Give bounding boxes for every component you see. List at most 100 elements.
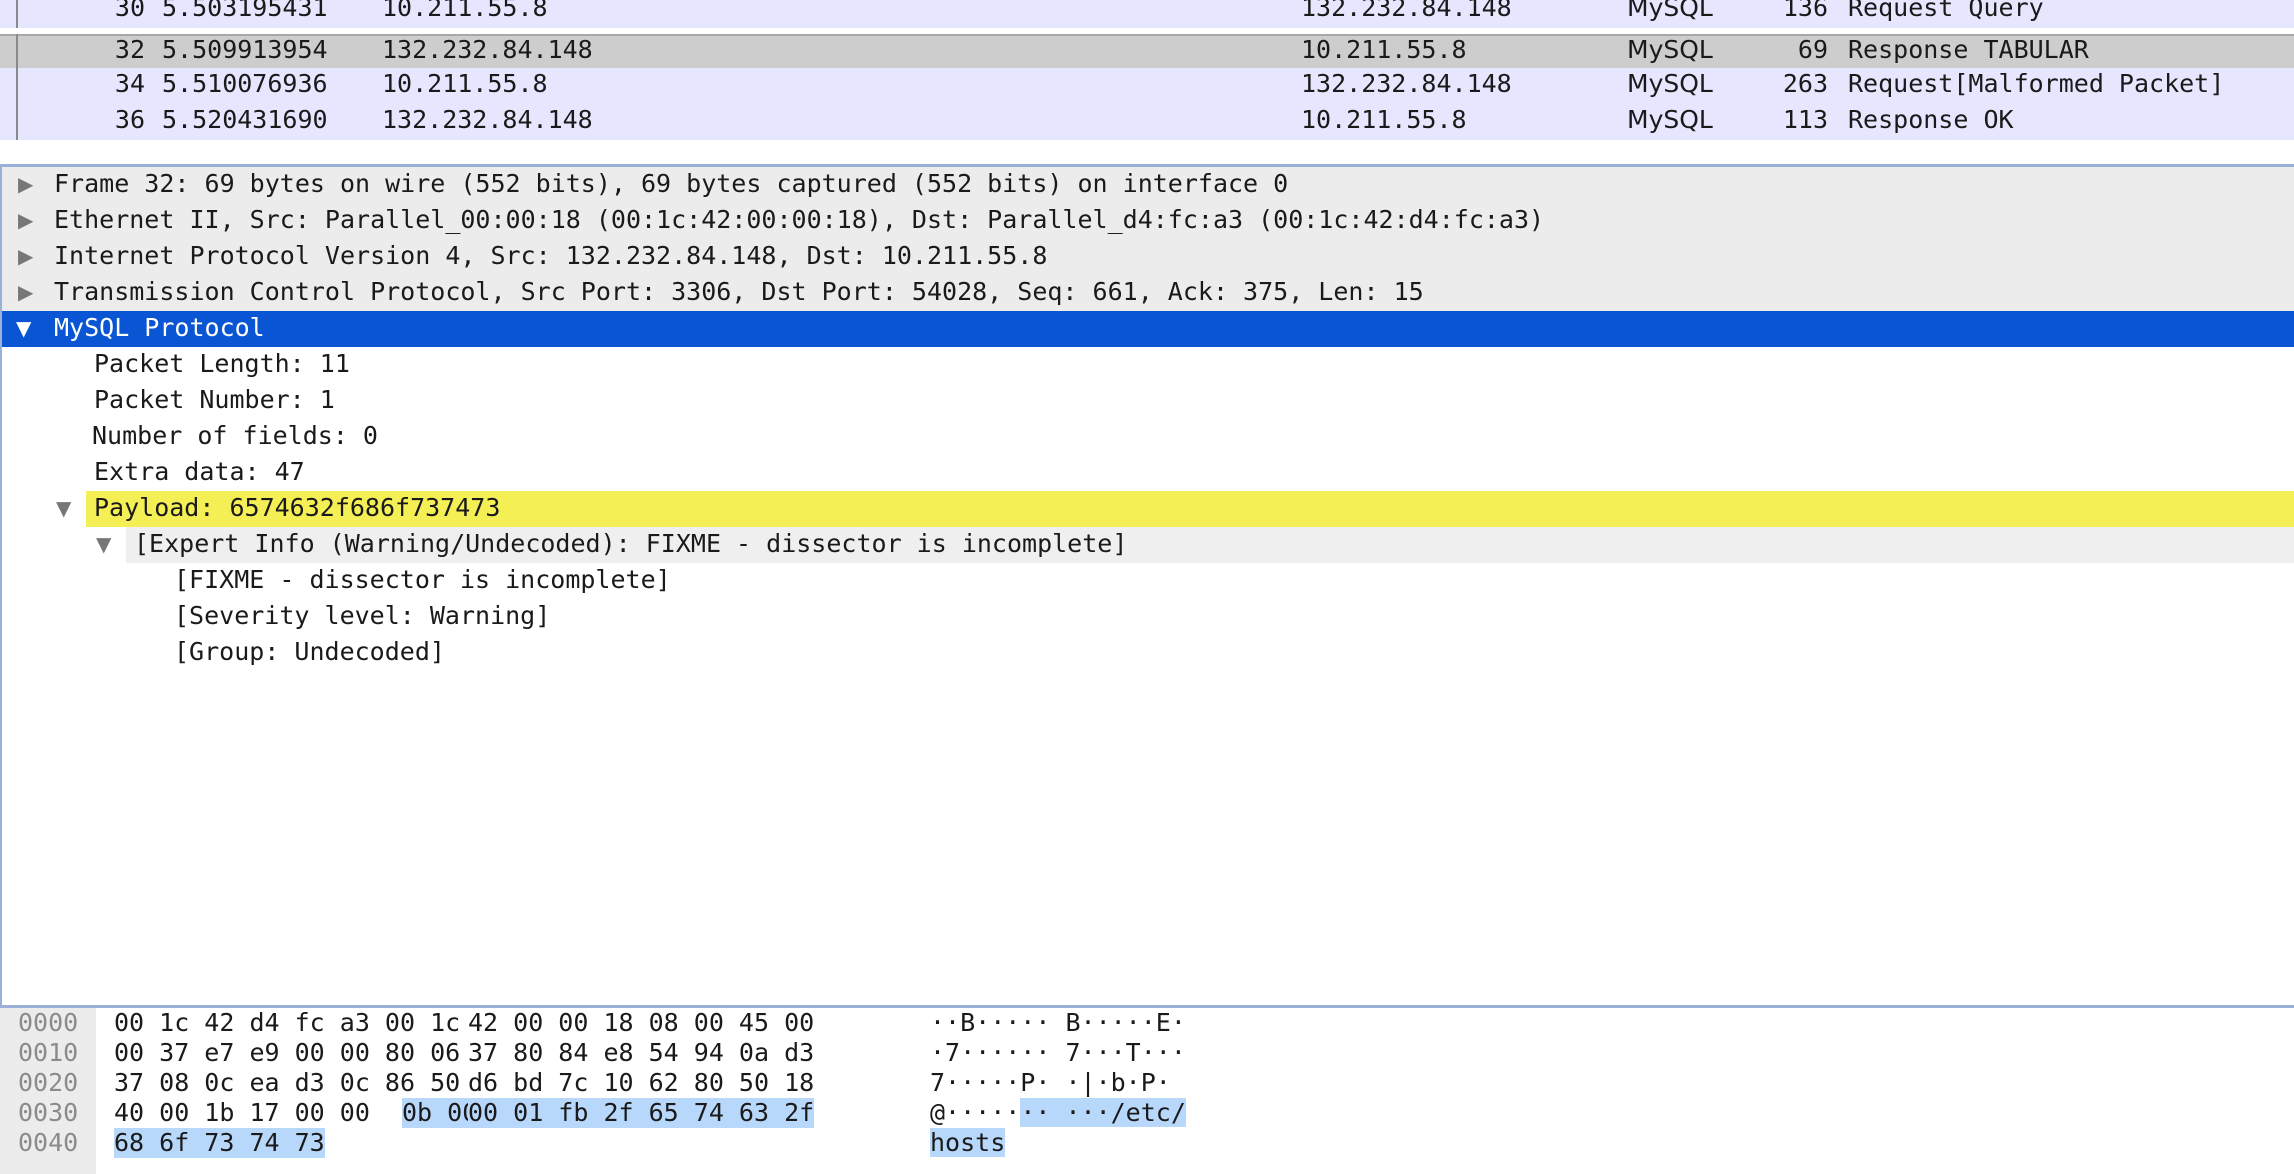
packet-length: 69	[1797, 35, 1828, 64]
tree-item-label: [Expert Info (Warning/Undecoded): FIXME …	[134, 529, 1128, 558]
packet-destination: 132.232.84.148	[1301, 0, 1512, 22]
tree-item-fixme[interactable]: [FIXME - dissector is incomplete]	[2, 563, 2294, 599]
packet-row-32[interactable]: 32 5.509913954 132.232.84.148 10.211.55.…	[0, 34, 2294, 70]
hex-bytes-highlighted[interactable]: 68 6f 73 74 73	[114, 1128, 325, 1158]
tree-item-label: [FIXME - dissector is incomplete]	[174, 565, 671, 594]
tree-item-expert-info[interactable]: ▼ [Expert Info (Warning/Undecoded): FIXM…	[2, 527, 2294, 563]
tree-item-frame[interactable]: ▶ Frame 32: 69 bytes on wire (552 bits),…	[2, 167, 2294, 203]
packet-destination: 132.232.84.148	[1301, 69, 1512, 98]
hex-bytes[interactable]: 00 37 e7 e9 00 00 80 06	[114, 1038, 460, 1068]
packet-info: Response OK	[1848, 105, 2014, 134]
hex-bytes-highlighted[interactable]: 0b 00	[402, 1098, 478, 1128]
packet-source: 132.232.84.148	[382, 105, 593, 134]
tree-item-label: Internet Protocol Version 4, Src: 132.23…	[54, 241, 1048, 270]
ascii-segment-highlighted: ··	[1020, 1098, 1051, 1127]
ascii-segment-highlighted: hosts	[930, 1128, 1006, 1157]
ascii-bytes[interactable]: ··B····· B·····E·	[930, 1008, 1186, 1038]
ascii-segment: ·7······	[930, 1038, 1066, 1067]
packet-no: 32	[114, 35, 145, 64]
related-packet-marker	[16, 104, 18, 140]
byte-offset: 0020	[18, 1068, 79, 1097]
packet-row-30[interactable]: 30 5.503195431 10.211.55.8 132.232.84.14…	[0, 0, 2294, 28]
packet-no: 30	[114, 0, 145, 22]
tree-item-label: Frame 32: 69 bytes on wire (552 bits), 6…	[54, 169, 1289, 198]
byte-offset: 0010	[18, 1038, 79, 1067]
packet-time: 5.509913954	[162, 35, 328, 64]
related-packet-marker	[16, 34, 18, 70]
packet-row-36[interactable]: 36 5.520431690 132.232.84.148 10.211.55.…	[0, 104, 2294, 140]
tree-item-ip[interactable]: ▶ Internet Protocol Version 4, Src: 132.…	[2, 239, 2294, 275]
collapse-arrow-icon[interactable]: ▼	[16, 311, 31, 345]
tree-item-label: Payload: 6574632f686f737473	[94, 493, 501, 522]
packet-time: 5.503195431	[162, 0, 328, 22]
tree-item-tcp[interactable]: ▶ Transmission Control Protocol, Src Por…	[2, 275, 2294, 311]
tree-item-group[interactable]: [Group: Undecoded]	[2, 635, 2294, 671]
collapse-arrow-icon[interactable]: ▼	[96, 527, 111, 561]
expand-arrow-icon[interactable]: ▶	[18, 239, 33, 273]
tree-item-label: [Severity level: Warning]	[174, 601, 551, 630]
packet-protocol: MySQL	[1627, 105, 1713, 134]
expand-arrow-icon[interactable]: ▶	[18, 275, 33, 309]
packet-protocol: MySQL	[1627, 0, 1713, 22]
byte-offset: 0040	[18, 1128, 79, 1157]
ascii-segment: 7·····P·	[930, 1068, 1066, 1097]
byte-offset: 0000	[18, 1008, 79, 1037]
hex-bytes[interactable]: 40 00 1b 17 00 00	[114, 1098, 385, 1128]
tree-item-severity[interactable]: [Severity level: Warning]	[2, 599, 2294, 635]
ascii-segment: ··B·····	[930, 1008, 1066, 1037]
hex-bytes[interactable]: 00 1c 42 d4 fc a3 00 1c	[114, 1008, 460, 1038]
packet-source: 10.211.55.8	[382, 69, 548, 98]
ascii-segment: B·····E·	[1065, 1008, 1186, 1037]
packet-time: 5.520431690	[162, 105, 328, 134]
hex-bytes[interactable]: 42 00 00 18 08 00 45 00	[468, 1008, 814, 1038]
tree-item-label: Extra data: 47	[94, 457, 305, 486]
packet-length: 113	[1782, 105, 1828, 134]
tree-item-mysql-protocol[interactable]: ▼ MySQL Protocol	[2, 311, 2294, 347]
ascii-segment: @·····	[930, 1098, 1021, 1127]
packet-list: 30 5.503195431 10.211.55.8 132.232.84.14…	[0, 0, 2294, 142]
packet-time: 5.510076936	[162, 69, 328, 98]
packet-source: 132.232.84.148	[382, 35, 593, 64]
packet-info: Request[Malformed Packet]	[1848, 69, 2225, 98]
tree-item-payload[interactable]: ▼ Payload: 6574632f686f737473	[2, 491, 2294, 527]
packet-bytes-pane: 0000 00 1c 42 d4 fc a3 00 1c 42 00 00 18…	[0, 1008, 2294, 1174]
packet-details-pane: ▶ Frame 32: 69 bytes on wire (552 bits),…	[0, 167, 2294, 1005]
tree-item-packet-number[interactable]: Packet Number: 1	[2, 383, 2294, 419]
packet-length: 263	[1782, 69, 1828, 98]
ascii-bytes[interactable]: @······· ···/etc/	[930, 1098, 1186, 1128]
hex-bytes-highlighted[interactable]: 00 01 fb 2f 65 74 63 2f	[468, 1098, 815, 1128]
tree-item-packet-length[interactable]: Packet Length: 11	[2, 347, 2294, 383]
tree-item-label: Packet Length: 11	[94, 349, 350, 378]
packet-source: 10.211.55.8	[382, 0, 548, 22]
packet-length: 136	[1782, 0, 1828, 22]
packet-protocol: MySQL	[1627, 69, 1713, 98]
tree-item-label: Number of fields: 0	[92, 421, 378, 450]
ascii-segment: ·|·b·P·	[1065, 1068, 1171, 1097]
related-packet-marker	[16, 68, 18, 104]
ascii-bytes[interactable]: ·7······ 7···T···	[930, 1038, 1186, 1068]
packet-destination: 10.211.55.8	[1301, 35, 1467, 64]
hex-bytes[interactable]: d6 bd 7c 10 62 80 50 18	[468, 1068, 814, 1098]
tree-item-label: Transmission Control Protocol, Src Port:…	[54, 277, 1424, 306]
tree-item-label: MySQL Protocol	[54, 313, 265, 342]
tree-item-label: Packet Number: 1	[94, 385, 335, 414]
packet-info: Response TABULAR	[1848, 35, 2089, 64]
tree-item-extra-data[interactable]: Extra data: 47	[2, 455, 2294, 491]
ascii-segment: 7···T···	[1065, 1038, 1186, 1067]
expand-arrow-icon[interactable]: ▶	[18, 203, 33, 237]
expand-arrow-icon[interactable]: ▶	[18, 167, 33, 201]
packet-no: 34	[114, 69, 145, 98]
tree-item-label: Ethernet II, Src: Parallel_00:00:18 (00:…	[54, 205, 1545, 234]
hex-bytes[interactable]: 37 80 84 e8 54 94 0a d3	[468, 1038, 814, 1068]
collapse-arrow-icon[interactable]: ▼	[56, 491, 71, 525]
packet-row-34[interactable]: 34 5.510076936 10.211.55.8 132.232.84.14…	[0, 68, 2294, 104]
packet-protocol: MySQL	[1627, 35, 1713, 64]
ascii-bytes[interactable]: hosts	[930, 1128, 1006, 1158]
ascii-bytes[interactable]: 7·····P· ·|·b·P·	[930, 1068, 1171, 1098]
packet-info: Request Query	[1848, 0, 2044, 22]
hex-bytes[interactable]: 37 08 0c ea d3 0c 86 50	[114, 1068, 460, 1098]
related-packet-marker	[16, 0, 18, 28]
ascii-segment-highlighted: ···/etc/	[1050, 1098, 1186, 1127]
tree-item-num-fields[interactable]: Number of fields: 0	[2, 419, 2294, 455]
tree-item-ethernet[interactable]: ▶ Ethernet II, Src: Parallel_00:00:18 (0…	[2, 203, 2294, 239]
